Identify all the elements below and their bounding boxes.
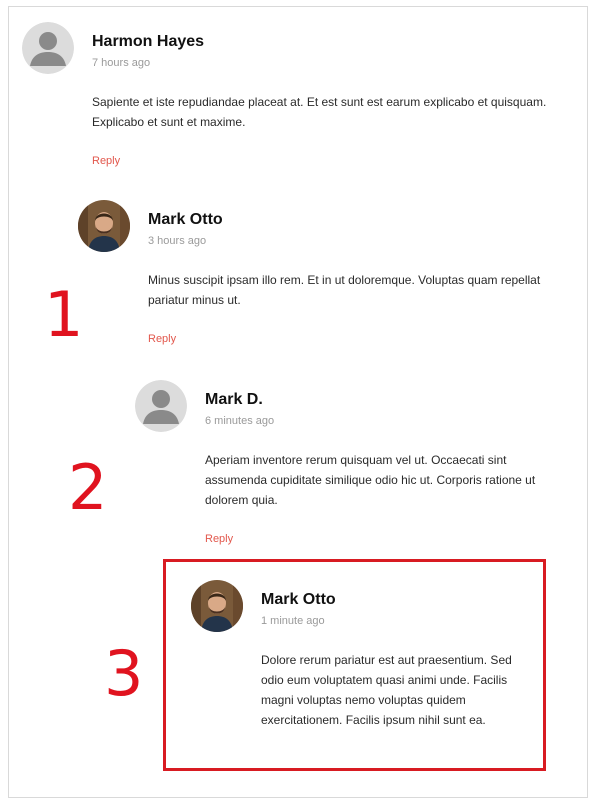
- comment-text: Aperiam inventore rerum quisquam vel ut.…: [205, 453, 536, 507]
- comment-author: Mark Otto: [148, 211, 223, 228]
- reply-link[interactable]: Reply: [148, 333, 176, 345]
- comment-2: Mark Otto 3 hours ago Minus suscipit ips…: [78, 200, 578, 350]
- default-user-icon: [22, 22, 74, 74]
- comment-timestamp: 3 hours ago: [148, 235, 207, 247]
- comment-timestamp: 7 hours ago: [92, 57, 151, 69]
- profile-photo: [78, 200, 130, 252]
- reply-link[interactable]: Reply: [205, 533, 233, 545]
- default-user-icon: [135, 380, 187, 432]
- comment-author: Harmon Hayes: [92, 33, 205, 50]
- annotation-number-3: 3: [104, 637, 144, 710]
- annotation-number-1: 1: [44, 278, 84, 351]
- comment-text: Minus suscipit ipsam illo rem. Et in ut …: [148, 273, 541, 307]
- annotation-number-2: 2: [68, 451, 108, 524]
- reply-link[interactable]: Reply: [92, 155, 120, 167]
- comment-3: Mark D. 6 minutes ago Aperiam inventore …: [135, 380, 575, 550]
- highlight-box: [163, 559, 546, 771]
- comment-text: Sapiente et iste repudiandae placeat at.…: [92, 95, 547, 129]
- comment-1: Harmon Hayes 7 hours ago Sapiente et ist…: [22, 22, 582, 172]
- comment-author: Mark D.: [205, 391, 263, 408]
- comment-timestamp: 6 minutes ago: [205, 415, 275, 427]
